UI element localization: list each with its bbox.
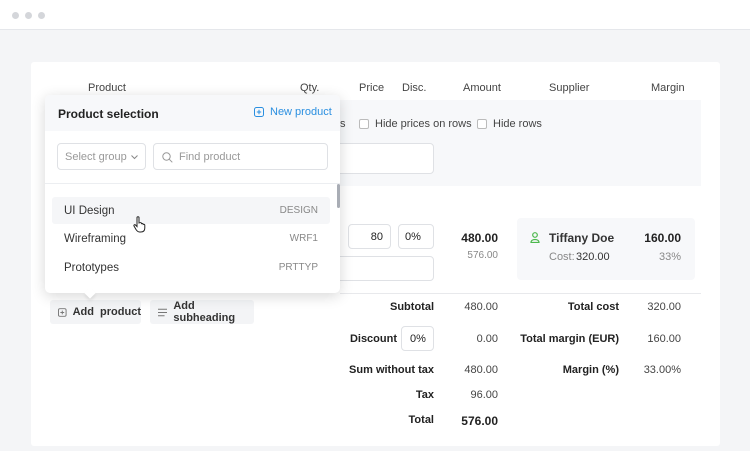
- add-product-label: Add product: [72, 306, 141, 318]
- header-price: Price: [359, 82, 385, 94]
- divider: [340, 293, 701, 294]
- supplier-name[interactable]: Tiffany Doe: [549, 231, 614, 245]
- total-label: Total: [408, 414, 434, 426]
- product-code: PRTTYP: [278, 262, 318, 273]
- new-product-label: New product: [270, 106, 332, 118]
- new-product-button[interactable]: New product: [254, 106, 332, 118]
- window-maximize-button[interactable]: [38, 12, 45, 19]
- plus-square-icon: [58, 307, 67, 317]
- option-label-partial: s: [340, 118, 346, 130]
- header-amount: Amount: [463, 82, 501, 94]
- row-amount: 480.00: [461, 231, 498, 245]
- hide-rows-checkbox[interactable]: [477, 119, 487, 129]
- product-selection-popup: Product selection New product Select gro…: [45, 95, 340, 293]
- hide-rows-label: Hide rows: [493, 118, 542, 130]
- hide-prices-label: Hide prices on rows: [375, 118, 472, 130]
- hide-prices-checkbox[interactable]: [359, 119, 369, 129]
- header-margin: Margin: [651, 82, 685, 94]
- header-supplier: Supplier: [549, 82, 590, 94]
- header-disc: Disc.: [402, 82, 427, 94]
- add-product-button[interactable]: Add product: [50, 300, 141, 324]
- add-subheading-label: Add subheading: [173, 300, 236, 324]
- total-value: 576.00: [461, 414, 498, 428]
- subtotal-value: 480.00: [464, 301, 498, 313]
- total-margin-value: 160.00: [647, 333, 681, 345]
- subtotal-label: Subtotal: [390, 301, 434, 313]
- total-cost-label: Total cost: [567, 301, 619, 313]
- search-icon: [162, 152, 173, 163]
- margin-percent: 33%: [658, 251, 681, 263]
- margin-pct-label: Margin (%): [562, 364, 619, 376]
- product-name: Prototypes: [64, 262, 119, 274]
- sum-without-tax-label: Sum without tax: [349, 364, 434, 376]
- qty-input[interactable]: 80: [348, 224, 391, 249]
- discount-value: 0.00: [476, 333, 498, 345]
- popup-scrollbar[interactable]: [337, 184, 340, 208]
- select-group-placeholder: Select group: [65, 151, 127, 163]
- window-close-button[interactable]: [12, 12, 19, 19]
- sum-without-tax-value: 480.00: [464, 364, 498, 376]
- product-name: UI Design: [64, 205, 115, 217]
- discount-input[interactable]: 0%: [401, 326, 434, 351]
- product-name: Wireframing: [64, 233, 126, 245]
- tax-label: Tax: [415, 389, 434, 401]
- cost-value: 320.00: [576, 251, 610, 263]
- options-input[interactable]: [330, 143, 434, 174]
- row-amount-with-tax: 576.00: [467, 250, 498, 261]
- find-product-placeholder: Find product: [179, 151, 241, 163]
- product-item-prototypes[interactable]: Prototypes PRTTYP: [52, 254, 330, 281]
- lines-icon: [158, 308, 168, 316]
- discount-label: Discount: [349, 333, 397, 345]
- window-minimize-button[interactable]: [25, 12, 32, 19]
- product-code: WRF1: [289, 233, 318, 244]
- header-product: Product: [88, 82, 126, 94]
- tax-value: 96.00: [470, 389, 498, 401]
- person-icon: [530, 232, 540, 243]
- description-input[interactable]: [330, 256, 434, 281]
- supplier-box: Tiffany Doe 160.00 Cost: 320.00 33%: [517, 218, 695, 280]
- plus-square-icon: [254, 107, 264, 117]
- header-qty: Qty.: [300, 82, 320, 94]
- chevron-down-icon: [131, 155, 138, 160]
- find-product-input[interactable]: Find product: [153, 143, 328, 170]
- product-item-wireframing[interactable]: Wireframing WRF1: [52, 225, 330, 252]
- window-titlebar: [0, 0, 750, 30]
- hand-cursor-icon: [133, 216, 146, 233]
- disc-input[interactable]: 0%: [398, 224, 434, 249]
- product-code: DESIGN: [279, 205, 318, 216]
- popup-title: Product selection: [58, 107, 159, 121]
- cost-label: Cost:: [549, 251, 575, 263]
- supplier-margin: 160.00: [644, 231, 681, 245]
- popup-divider: [45, 183, 340, 184]
- add-subheading-button[interactable]: Add subheading: [150, 300, 254, 324]
- total-cost-value: 320.00: [647, 301, 681, 313]
- margin-pct-value: 33.00%: [643, 364, 681, 376]
- total-margin-label: Total margin (EUR): [520, 333, 619, 345]
- product-item-ui-design[interactable]: UI Design DESIGN: [52, 197, 330, 224]
- select-group-dropdown[interactable]: Select group: [57, 143, 146, 170]
